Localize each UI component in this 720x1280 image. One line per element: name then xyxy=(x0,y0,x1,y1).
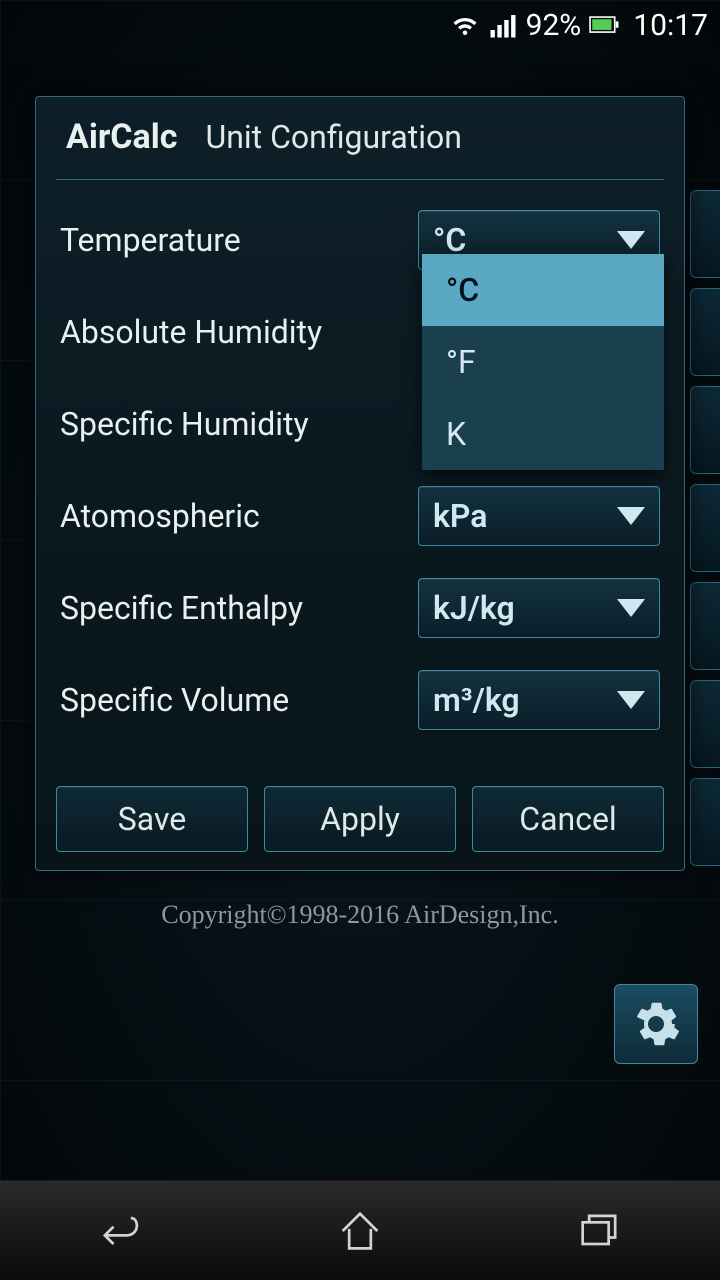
settings-button[interactable] xyxy=(614,984,698,1064)
copyright-text: Copyright©1998-2016 AirDesign,Inc. xyxy=(0,900,720,930)
back-button[interactable] xyxy=(85,1201,155,1261)
home-icon xyxy=(334,1205,386,1257)
recent-apps-button[interactable] xyxy=(565,1201,635,1261)
save-button[interactable]: Save xyxy=(56,786,248,852)
bg-tab-stub xyxy=(690,680,720,768)
app-name: AirCalc xyxy=(66,117,177,157)
bg-tab-stub xyxy=(690,484,720,572)
dialog-header: AirCalc Unit Configuration xyxy=(56,117,664,180)
bg-tab-stub xyxy=(690,386,720,474)
dialog-title: Unit Configuration xyxy=(205,118,462,156)
chevron-down-icon xyxy=(617,507,645,525)
battery-icon xyxy=(589,10,619,40)
label-specific-enthalpy: Specific Enthalpy xyxy=(60,589,418,627)
dropdown-value: kPa xyxy=(433,497,617,535)
bg-tab-stub xyxy=(690,778,720,866)
label-temperature: Temperature xyxy=(60,221,418,259)
dropdown-value: kJ/kg xyxy=(433,589,617,627)
chevron-down-icon xyxy=(617,599,645,617)
cancel-button[interactable]: Cancel xyxy=(472,786,664,852)
status-bar: 92% 10:17 xyxy=(0,0,720,50)
apply-button[interactable]: Apply xyxy=(264,786,456,852)
unit-config-dialog: AirCalc Unit Configuration Temperature °… xyxy=(35,96,685,871)
bg-tab-stub xyxy=(690,582,720,670)
label-specific-humidity: Specific Humidity xyxy=(60,405,418,443)
label-specific-volume: Specific Volume xyxy=(60,681,418,719)
wifi-icon xyxy=(450,10,480,40)
option-fahrenheit[interactable]: °F xyxy=(422,326,664,398)
option-kelvin[interactable]: K xyxy=(422,398,664,470)
dialog-actions: Save Apply Cancel xyxy=(56,786,664,852)
gear-icon xyxy=(632,1000,680,1048)
nav-bar xyxy=(0,1180,720,1280)
temperature-dropdown-list: °C °F K xyxy=(422,254,664,470)
chevron-down-icon xyxy=(617,691,645,709)
row-specific-volume: Specific Volume m³/kg xyxy=(60,654,660,746)
row-specific-enthalpy: Specific Enthalpy kJ/kg xyxy=(60,562,660,654)
dropdown-value: m³/kg xyxy=(433,681,617,719)
label-absolute-humidity: Absolute Humidity xyxy=(60,313,418,351)
dropdown-atmospheric[interactable]: kPa xyxy=(418,486,660,546)
signal-icon xyxy=(488,10,518,40)
bg-tab-stub xyxy=(690,288,720,376)
dropdown-specific-enthalpy[interactable]: kJ/kg xyxy=(418,578,660,638)
row-atmospheric: Atomospheric kPa xyxy=(60,470,660,562)
recent-icon xyxy=(574,1205,626,1257)
option-celsius[interactable]: °C xyxy=(422,254,664,326)
home-button[interactable] xyxy=(325,1201,395,1261)
clock: 10:17 xyxy=(633,8,708,43)
battery-percent: 92% xyxy=(526,8,582,43)
bg-tab-stub xyxy=(690,190,720,278)
chevron-down-icon xyxy=(617,231,645,249)
back-icon xyxy=(94,1205,146,1257)
dropdown-specific-volume[interactable]: m³/kg xyxy=(418,670,660,730)
label-atmospheric: Atomospheric xyxy=(60,497,418,535)
